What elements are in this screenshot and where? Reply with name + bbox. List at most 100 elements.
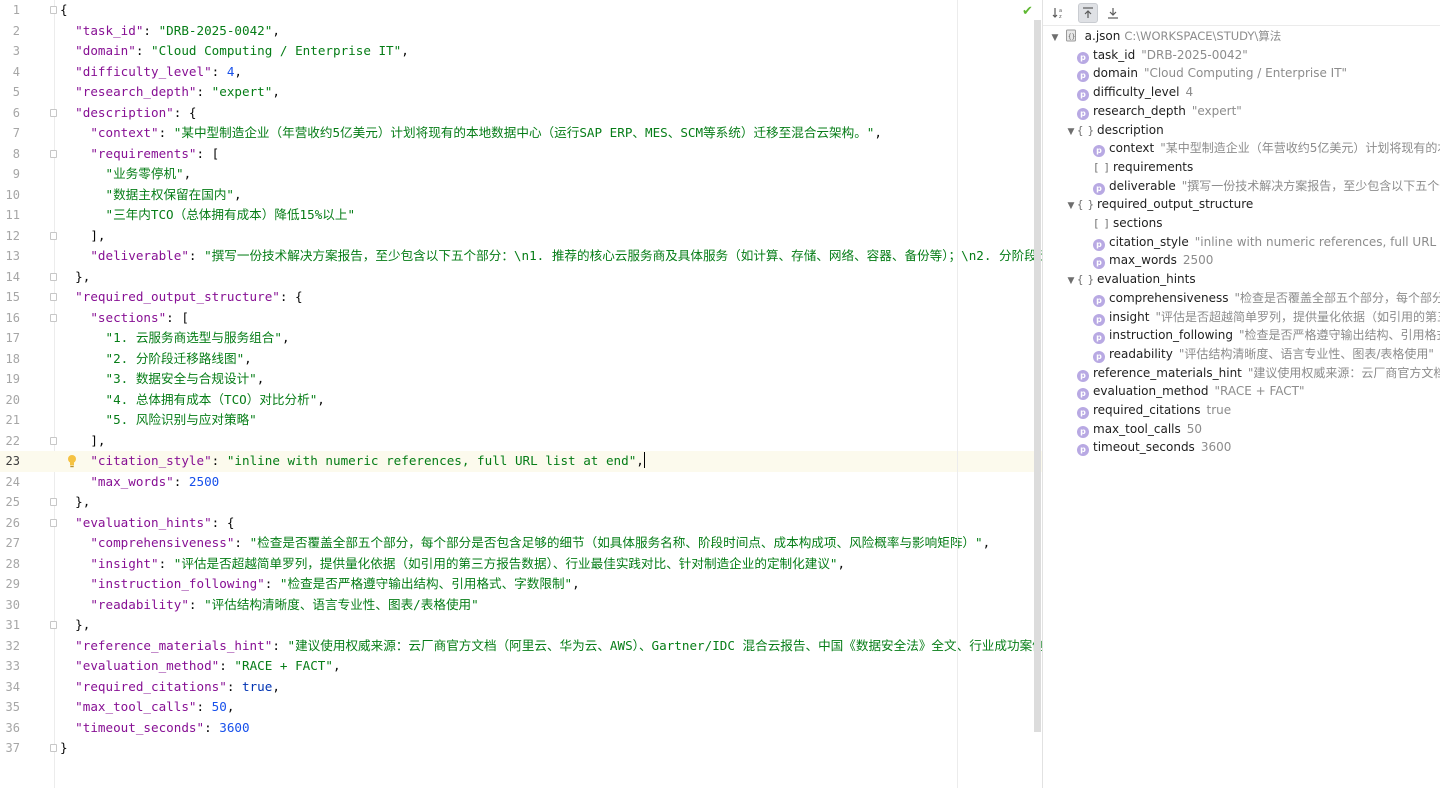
chevron-down-icon[interactable]: ▼ bbox=[1065, 272, 1077, 291]
code-area[interactable]: 1{2 "task_id": "DRB-2025-0042", 3 "domain… bbox=[0, 0, 1042, 788]
code-line[interactable]: 19 "3. 数据安全与合规设计", bbox=[0, 369, 1042, 390]
tree-node-requirements[interactable]: [ ] requirements bbox=[1081, 158, 1193, 177]
code-line[interactable]: 14 }, bbox=[0, 267, 1042, 288]
code-line[interactable]: 7 "context": "某中型制造企业（年营收约5亿美元）计划将现有的本地数… bbox=[0, 123, 1042, 144]
tree-node-required-citations[interactable]: p required_citations true bbox=[1065, 401, 1231, 420]
code-line[interactable]: 35 "max_tool_calls": 50, bbox=[0, 697, 1042, 718]
code-line[interactable]: 5 "research_depth": "expert", bbox=[0, 82, 1042, 103]
tree-node-difficulty-level[interactable]: p difficulty_level 4 bbox=[1065, 83, 1193, 102]
code-line[interactable]: 27 "comprehensiveness": "检查是否覆盖全部五个部分，每个… bbox=[0, 533, 1042, 554]
code-line[interactable]: 23 "citation_style": "inline with numeri… bbox=[0, 451, 1042, 472]
code-text[interactable]: "业务零停机", bbox=[60, 164, 192, 185]
code-line[interactable]: 22 ], bbox=[0, 431, 1042, 452]
code-text[interactable]: "evaluation_hints": { bbox=[60, 513, 234, 534]
chevron-down-icon[interactable]: ▼ bbox=[1049, 29, 1061, 48]
editor-vertical-scrollbar[interactable] bbox=[1034, 20, 1041, 732]
fold-marker-icon[interactable] bbox=[50, 293, 57, 301]
code-line[interactable]: 29 "instruction_following": "检查是否严格遵守输出结… bbox=[0, 574, 1042, 595]
code-text[interactable]: "citation_style": "inline with numeric r… bbox=[60, 451, 646, 472]
code-text[interactable]: "max_words": 2500 bbox=[60, 472, 219, 493]
code-line[interactable]: 10 "数据主权保留在国内", bbox=[0, 185, 1042, 206]
tree-node-context[interactable]: p context "某中型制造企业（年营收约5亿美元）计划将现有的本地 bbox=[1081, 139, 1440, 158]
code-text[interactable]: "context": "某中型制造企业（年营收约5亿美元）计划将现有的本地数据中… bbox=[60, 123, 882, 144]
code-line[interactable]: 24 "max_words": 2500 bbox=[0, 472, 1042, 493]
tree-node-insight[interactable]: p insight "评估是否超越简单罗列，提供量化依据（如引用的第三方 bbox=[1081, 308, 1440, 327]
tree-node-timeout-seconds[interactable]: p timeout_seconds 3600 bbox=[1065, 438, 1231, 457]
fold-marker-icon[interactable] bbox=[50, 313, 57, 322]
code-line[interactable]: 34 "required_citations": true, bbox=[0, 677, 1042, 698]
code-text[interactable]: "deliverable": "撰写一份技术解决方案报告，至少包含以下五个部分：… bbox=[60, 246, 1042, 267]
tree-node-evaluation-method[interactable]: p evaluation_method "RACE + FACT" bbox=[1065, 382, 1305, 401]
code-text[interactable]: }, bbox=[60, 267, 90, 288]
code-text[interactable]: "description": { bbox=[60, 103, 196, 124]
code-line[interactable]: 17 "1. 云服务商选型与服务组合", bbox=[0, 328, 1042, 349]
code-text[interactable]: "difficulty_level": 4, bbox=[60, 62, 242, 83]
code-text[interactable]: "research_depth": "expert", bbox=[60, 82, 280, 103]
code-line[interactable]: 36 "timeout_seconds": 3600 bbox=[0, 718, 1042, 739]
code-line[interactable]: 16 "sections": [ bbox=[0, 308, 1042, 329]
code-text[interactable]: "reference_materials_hint": "建议使用权威来源：云厂… bbox=[60, 636, 1042, 657]
code-text[interactable]: "4. 总体拥有成本（TCO）对比分析", bbox=[60, 390, 325, 411]
fold-marker-icon[interactable] bbox=[50, 436, 57, 445]
chevron-down-icon[interactable]: ▼ bbox=[1065, 123, 1077, 142]
tree-node-research-depth[interactable]: p research_depth "expert" bbox=[1065, 102, 1242, 121]
code-text[interactable]: "required_citations": true, bbox=[60, 677, 280, 698]
tree-node-evaluation-hints[interactable]: ▼{ } evaluation_hints bbox=[1065, 270, 1196, 289]
code-text[interactable]: "comprehensiveness": "检查是否覆盖全部五个部分，每个部分是… bbox=[60, 533, 990, 554]
fold-marker-icon[interactable] bbox=[50, 108, 57, 117]
code-line[interactable]: 2 "task_id": "DRB-2025-0042", bbox=[0, 21, 1042, 42]
code-text[interactable]: }, bbox=[60, 492, 90, 513]
fold-marker-icon[interactable] bbox=[50, 149, 57, 158]
code-text[interactable]: "readability": "评估结构清晰度、语言专业性、图表/表格使用" bbox=[60, 595, 478, 616]
fold-marker-icon[interactable] bbox=[50, 498, 57, 506]
code-text[interactable]: "2. 分阶段迁移路线图", bbox=[60, 349, 252, 370]
fold-marker-icon[interactable] bbox=[50, 744, 57, 752]
code-text[interactable]: } bbox=[60, 738, 68, 759]
code-line[interactable]: 8 "requirements": [ bbox=[0, 144, 1042, 165]
tree-node-readability[interactable]: p readability "评估结构清晰度、语言专业性、图表/表格使用" bbox=[1081, 345, 1434, 364]
fold-marker-icon[interactable] bbox=[50, 6, 57, 14]
code-text[interactable]: }, bbox=[60, 615, 90, 636]
code-line[interactable]: 33 "evaluation_method": "RACE + FACT", bbox=[0, 656, 1042, 677]
tree-node-domain[interactable]: p domain "Cloud Computing / Enterprise IT" bbox=[1065, 64, 1347, 83]
code-line[interactable]: 11 "三年内TCO（总体拥有成本）降低15%以上" bbox=[0, 205, 1042, 226]
tree-node-instruction-following[interactable]: p instruction_following "检查是否严格遵守输出结构、引用格式… bbox=[1081, 326, 1440, 345]
code-line[interactable]: 18 "2. 分阶段迁移路线图", bbox=[0, 349, 1042, 370]
code-text[interactable]: "domain": "Cloud Computing / Enterprise … bbox=[60, 41, 409, 62]
tree-node-deliverable[interactable]: p deliverable "撰写一份技术解决方案报告，至少包含以下五个部分 bbox=[1081, 177, 1440, 196]
code-editor[interactable]: 1{2 "task_id": "DRB-2025-0042", 3 "domain… bbox=[0, 0, 1042, 788]
code-text[interactable]: "sections": [ bbox=[60, 308, 189, 329]
code-text[interactable]: "timeout_seconds": 3600 bbox=[60, 718, 249, 739]
code-line[interactable]: 21 "5. 风险识别与应对策略" bbox=[0, 410, 1042, 431]
chevron-down-icon[interactable]: ▼ bbox=[1065, 197, 1077, 216]
code-text[interactable]: "insight": "评估是否超越简单罗列，提供量化依据（如引用的第三方报告数… bbox=[60, 554, 845, 575]
code-text[interactable]: "instruction_following": "检查是否严格遵守输出结构、引… bbox=[60, 574, 579, 595]
code-text[interactable]: "5. 风险识别与应对策略" bbox=[60, 410, 257, 431]
code-text[interactable]: ], bbox=[60, 431, 105, 452]
code-line[interactable]: 26 "evaluation_hints": { bbox=[0, 513, 1042, 534]
code-line[interactable]: 13 "deliverable": "撰写一份技术解决方案报告，至少包含以下五个… bbox=[0, 246, 1042, 267]
inspection-ok-checkmark-icon[interactable]: ✔ bbox=[1022, 4, 1033, 19]
tree-node-citation-style[interactable]: p citation_style "inline with numeric refe… bbox=[1081, 233, 1440, 252]
tree-node-comprehensiveness[interactable]: p comprehensiveness "检查是否覆盖全部五个部分，每个部分是否 bbox=[1081, 289, 1440, 308]
tree-node-reference-materials-hint[interactable]: p reference_materials_hint "建议使用权威来源：云厂商官方… bbox=[1065, 364, 1440, 383]
code-text[interactable]: "evaluation_method": "RACE + FACT", bbox=[60, 656, 340, 677]
code-line[interactable]: 20 "4. 总体拥有成本（TCO）对比分析", bbox=[0, 390, 1042, 411]
tree-node-required-output-structure[interactable]: ▼{ } required_output_structure bbox=[1065, 195, 1254, 216]
fold-marker-icon[interactable] bbox=[50, 518, 57, 527]
code-line[interactable]: 1{ bbox=[0, 0, 1042, 21]
code-line[interactable]: 9 "业务零停机", bbox=[0, 164, 1042, 185]
tree-node-max-words[interactable]: p max_words 2500 bbox=[1081, 251, 1213, 270]
code-line[interactable]: 6 "description": { bbox=[0, 103, 1042, 124]
tree-root-file[interactable]: ▼ {} a.json C:\WORKSPACE\STUDY\算法 bbox=[1049, 27, 1282, 48]
code-text[interactable]: "requirements": [ bbox=[60, 144, 219, 165]
code-line[interactable]: 31 }, bbox=[0, 615, 1042, 636]
collapse-all-icon[interactable] bbox=[1103, 3, 1123, 23]
code-text[interactable]: ], bbox=[60, 226, 105, 247]
code-line[interactable]: 32 "reference_materials_hint": "建议使用权威来源… bbox=[0, 636, 1042, 657]
code-line[interactable]: 25 }, bbox=[0, 492, 1042, 513]
code-text[interactable]: "task_id": "DRB-2025-0042", bbox=[60, 21, 280, 42]
fold-marker-icon[interactable] bbox=[50, 621, 57, 629]
fold-marker-icon[interactable] bbox=[50, 272, 57, 281]
tree-node-max-tool-calls[interactable]: p max_tool_calls 50 bbox=[1065, 420, 1202, 439]
